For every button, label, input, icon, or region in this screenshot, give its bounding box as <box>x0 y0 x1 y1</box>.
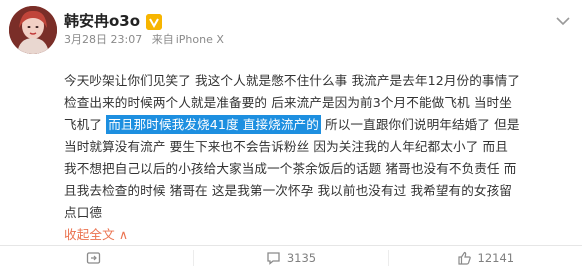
device-source: iPhone X <box>175 33 224 46</box>
avatar[interactable] <box>9 6 57 54</box>
chevron-down-icon[interactable] <box>555 16 571 26</box>
highlighted-text: 而且那时候我发烧41度 直接烧流产的 <box>106 115 321 134</box>
comment-count: 3135 <box>286 251 317 265</box>
post-line: 今天吵架让你们见笑了 我这个人就是憋不住什么事 我流产是去年12月份的事情了 <box>64 73 521 88</box>
like-count: 12141 <box>477 251 515 265</box>
like-button[interactable]: 12141 <box>389 250 582 266</box>
post-line-suffix: 所以一直跟你们说明年结婚了 但是 <box>325 117 520 132</box>
collapse-link[interactable]: 收起全文 ∧ <box>64 227 128 242</box>
post-line: 点口德收起全文 ∧ <box>64 202 576 246</box>
post-line: 检查出来的时候两个人就是准备要的 后来流产是因为前3个月不能做飞机 当时坐 <box>64 95 512 110</box>
repost-icon <box>87 252 101 264</box>
post-line: 且我去检查的时候 猪哥在 这是我第一次怀孕 我以前也没有过 我希望有的女孩留 <box>64 183 512 198</box>
post-line: 飞机了 而且那时候我发烧41度 直接烧流产的 所以一直跟你们说明年结婚了 但是 <box>64 114 576 136</box>
post-body: 今天吵架让你们见笑了 我这个人就是憋不住什么事 我流产是去年12月份的事情了 检… <box>64 70 576 246</box>
post-meta: 3月28日 23:07 来自 iPhone X <box>64 31 230 47</box>
post-time[interactable]: 3月28日 23:07 <box>64 33 142 46</box>
post-last-line: 点口德 <box>64 205 103 220</box>
comment-button[interactable]: 3135 <box>194 250 389 266</box>
collapse-label: 收起全文 <box>64 227 115 242</box>
collapse-arrow-icon: ∧ <box>118 227 129 242</box>
post-line-prefix: 飞机了 <box>64 117 103 132</box>
verified-badge-icon <box>146 13 163 30</box>
post-actions: 3135 12141 <box>0 245 582 270</box>
post-line: 当时就算没有流产 要生下来也不会告诉粉丝 因为关注我的人年纪都太小了 而且 <box>64 139 508 154</box>
comment-icon <box>267 252 280 265</box>
post-line: 我不想把自己以后的小孩给大家当成一个茶余饭后的话题 猪哥也没有不负责任 而 <box>64 161 517 176</box>
repost-button[interactable] <box>0 250 195 266</box>
thumbs-up-icon <box>457 251 471 265</box>
source-prefix: 来自 <box>151 33 174 46</box>
post-author[interactable]: 韩安冉o3o <box>64 10 163 31</box>
username[interactable]: 韩安冉o3o <box>64 10 140 31</box>
